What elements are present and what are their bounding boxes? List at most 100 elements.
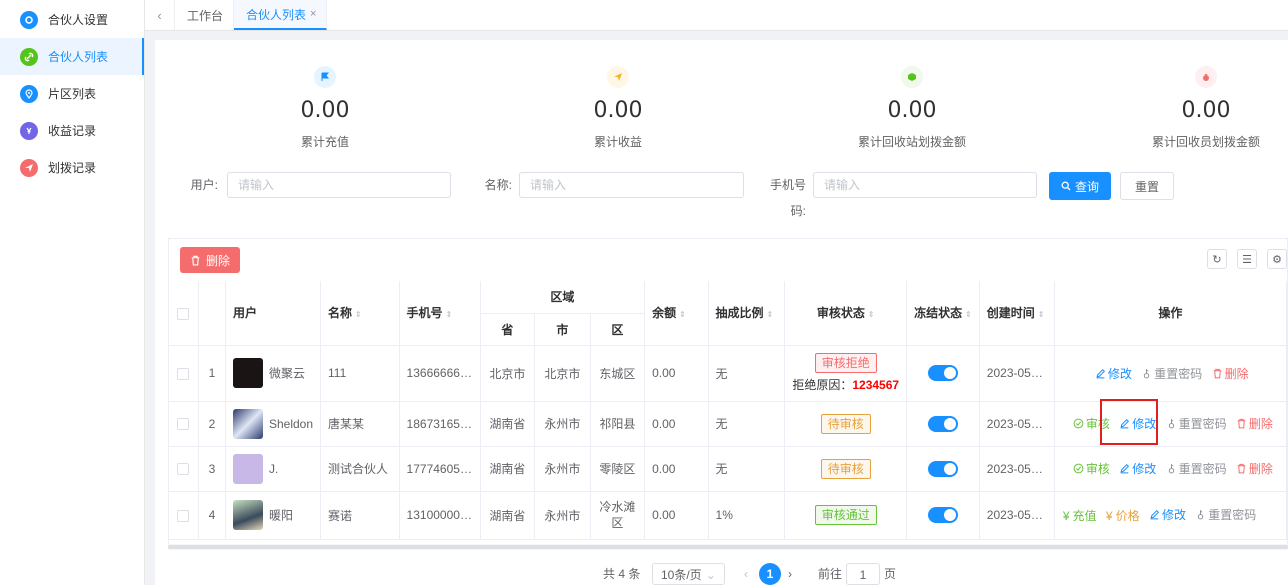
name-header[interactable]: 名称 ⇕ xyxy=(320,281,400,346)
partner-table: 删除 ↻ ☰ ⚙ 用户 名称 ⇕ 手机号 ⇕ 区域 余额 ⇕ 抽成比例 ⇕ 审核… xyxy=(168,238,1288,550)
delete-row-button[interactable]: 删除 xyxy=(1236,460,1273,477)
row-checkbox[interactable] xyxy=(177,418,190,431)
row-checkbox[interactable] xyxy=(177,509,190,522)
sidebar-item-partner-settings[interactable]: 合伙人设置 xyxy=(0,1,144,38)
edit-button[interactable]: 修改 xyxy=(1095,365,1132,382)
delete-row-button[interactable]: 删除 xyxy=(1236,415,1273,432)
page-size-select[interactable]: 10条/页 ⌄ xyxy=(652,563,725,585)
stat-total-income: 0.00 累计收益 xyxy=(538,66,698,150)
trash-icon xyxy=(1237,463,1246,474)
trash-icon xyxy=(1237,418,1246,429)
delete-row-label: 删除 xyxy=(1248,417,1273,431)
sort-icon[interactable]: ⇕ xyxy=(1038,310,1045,319)
page-number-current[interactable]: 1 xyxy=(759,563,781,585)
phone-header[interactable]: 手机号 ⇕ xyxy=(399,281,481,346)
district-cell: 祁阳县 xyxy=(590,401,646,447)
sort-icon[interactable]: ⇕ xyxy=(679,310,686,319)
sort-icon[interactable]: ⇕ xyxy=(868,310,875,319)
freeze-toggle[interactable] xyxy=(927,365,958,381)
city-cell: 北京市 xyxy=(534,345,591,402)
reset-password-button[interactable]: 重置密码 xyxy=(1141,365,1202,382)
goto-page-input[interactable]: 1 xyxy=(846,563,880,585)
balance-header[interactable]: 余额 ⇕ xyxy=(644,281,709,346)
refresh-icon[interactable]: ↻ xyxy=(1207,249,1227,269)
district-header: 区 xyxy=(590,313,646,346)
audit-button[interactable]: 审核 xyxy=(1073,460,1110,477)
next-page-icon[interactable]: › xyxy=(788,563,792,585)
created-header[interactable]: 创建时间 ⇕ xyxy=(979,281,1055,346)
prev-page-icon[interactable]: ‹ xyxy=(744,563,748,585)
edit-icon xyxy=(1120,463,1130,474)
name-input[interactable] xyxy=(519,172,744,198)
name-cell: 唐某某 xyxy=(320,401,400,447)
reset-password-button[interactable]: 重置密码 xyxy=(1166,460,1227,477)
ratio-header[interactable]: 抽成比例 ⇕ xyxy=(708,281,786,346)
delete-button[interactable]: 删除 xyxy=(180,247,240,273)
settings-icon xyxy=(20,10,38,29)
province-header: 省 xyxy=(480,313,536,346)
user-cell: Sheldon xyxy=(225,401,322,447)
sort-icon[interactable]: ⇕ xyxy=(355,310,362,319)
user-name: 暖阳 xyxy=(268,508,293,523)
price-button[interactable]: ¥ 价格 xyxy=(1106,507,1140,524)
search-button[interactable]: 查询 xyxy=(1049,172,1111,200)
sort-icon[interactable]: ⇕ xyxy=(965,310,972,319)
sort-icon[interactable]: ⇕ xyxy=(767,310,774,319)
delete-row-button[interactable]: 删除 xyxy=(1212,365,1249,382)
close-icon[interactable]: × xyxy=(310,8,316,20)
tab-scroll-left-icon[interactable]: ‹ xyxy=(145,0,175,30)
tab-partner-list[interactable]: 合伙人列表 × xyxy=(234,0,328,30)
user-name: 微聚云 xyxy=(268,366,305,381)
row-index: 4 xyxy=(198,491,226,540)
user-cell: J. xyxy=(225,446,322,492)
freeze-toggle[interactable] xyxy=(927,507,958,523)
reset-password-button[interactable]: 重置密码 xyxy=(1166,415,1227,432)
sidebar-item-transfer-records[interactable]: 划拨记录 xyxy=(0,149,144,186)
status-badge: 待审核 xyxy=(820,458,871,479)
tab-workbench[interactable]: 工作台 xyxy=(175,0,235,30)
columns-icon[interactable]: ☰ xyxy=(1237,249,1257,269)
freeze-toggle[interactable] xyxy=(927,460,958,477)
row-select-cell xyxy=(169,345,199,402)
city-cell: 永州市 xyxy=(534,491,591,540)
freeze-toggle[interactable] xyxy=(927,415,958,432)
goto-label: 前往 xyxy=(818,567,843,581)
header-label: 创建时间 xyxy=(986,306,1035,321)
sort-icon[interactable]: ⇕ xyxy=(446,310,453,319)
header-label: 省 xyxy=(501,322,514,337)
horizontal-scrollbar[interactable] xyxy=(168,544,1288,550)
row-checkbox[interactable] xyxy=(177,463,190,476)
stat-recycle-station-transfer: 0.00 累计回收站划拨金额 xyxy=(831,66,993,150)
row-index: 2 xyxy=(198,401,226,447)
delete-row-label: 删除 xyxy=(1224,366,1249,381)
stat-label: 累计回收站划拨金额 xyxy=(857,135,966,149)
trash-icon xyxy=(1213,368,1221,378)
sidebar-item-partner-list[interactable]: 合伙人列表 xyxy=(0,38,144,75)
select-all-checkbox[interactable] xyxy=(177,307,190,320)
recharge-button[interactable]: ¥ 充值 xyxy=(1063,507,1097,524)
reset-password-button[interactable]: 重置密码 xyxy=(1195,506,1256,523)
stat-label: 累计充值 xyxy=(300,135,349,149)
scrollbar-thumb[interactable] xyxy=(168,545,1288,549)
balance-cell: 0.00 xyxy=(644,345,709,402)
avatar xyxy=(232,408,263,439)
edit-button[interactable]: 修改 xyxy=(1149,506,1186,523)
city-cell: 永州市 xyxy=(534,446,591,492)
reject-reason-value: 1234567 xyxy=(852,378,900,392)
row-checkbox[interactable] xyxy=(177,367,190,380)
chevron-down-icon: ⌄ xyxy=(705,568,716,582)
phone-input[interactable] xyxy=(813,172,1037,198)
gear-icon[interactable]: ⚙ xyxy=(1267,249,1287,269)
reset-button[interactable]: 重置 xyxy=(1120,172,1174,200)
sidebar-item-label: 划拨记录 xyxy=(48,161,97,175)
sidebar-item-area-list[interactable]: 片区列表 xyxy=(0,75,144,112)
audit-header[interactable]: 审核状态 ⇕ xyxy=(784,281,908,346)
reset-button-label: 重置 xyxy=(1134,179,1159,194)
created-cell: 2023-05… xyxy=(979,345,1055,402)
status-badge: 审核拒绝 xyxy=(814,353,877,373)
freeze-header[interactable]: 冻结状态 ⇕ xyxy=(906,281,980,346)
sidebar-item-income-records[interactable]: 收益记录 xyxy=(0,112,144,149)
edit-button-label: 修改 xyxy=(1107,366,1132,381)
edit-button[interactable]: 修改 xyxy=(1119,460,1156,477)
user-input[interactable] xyxy=(227,172,451,198)
